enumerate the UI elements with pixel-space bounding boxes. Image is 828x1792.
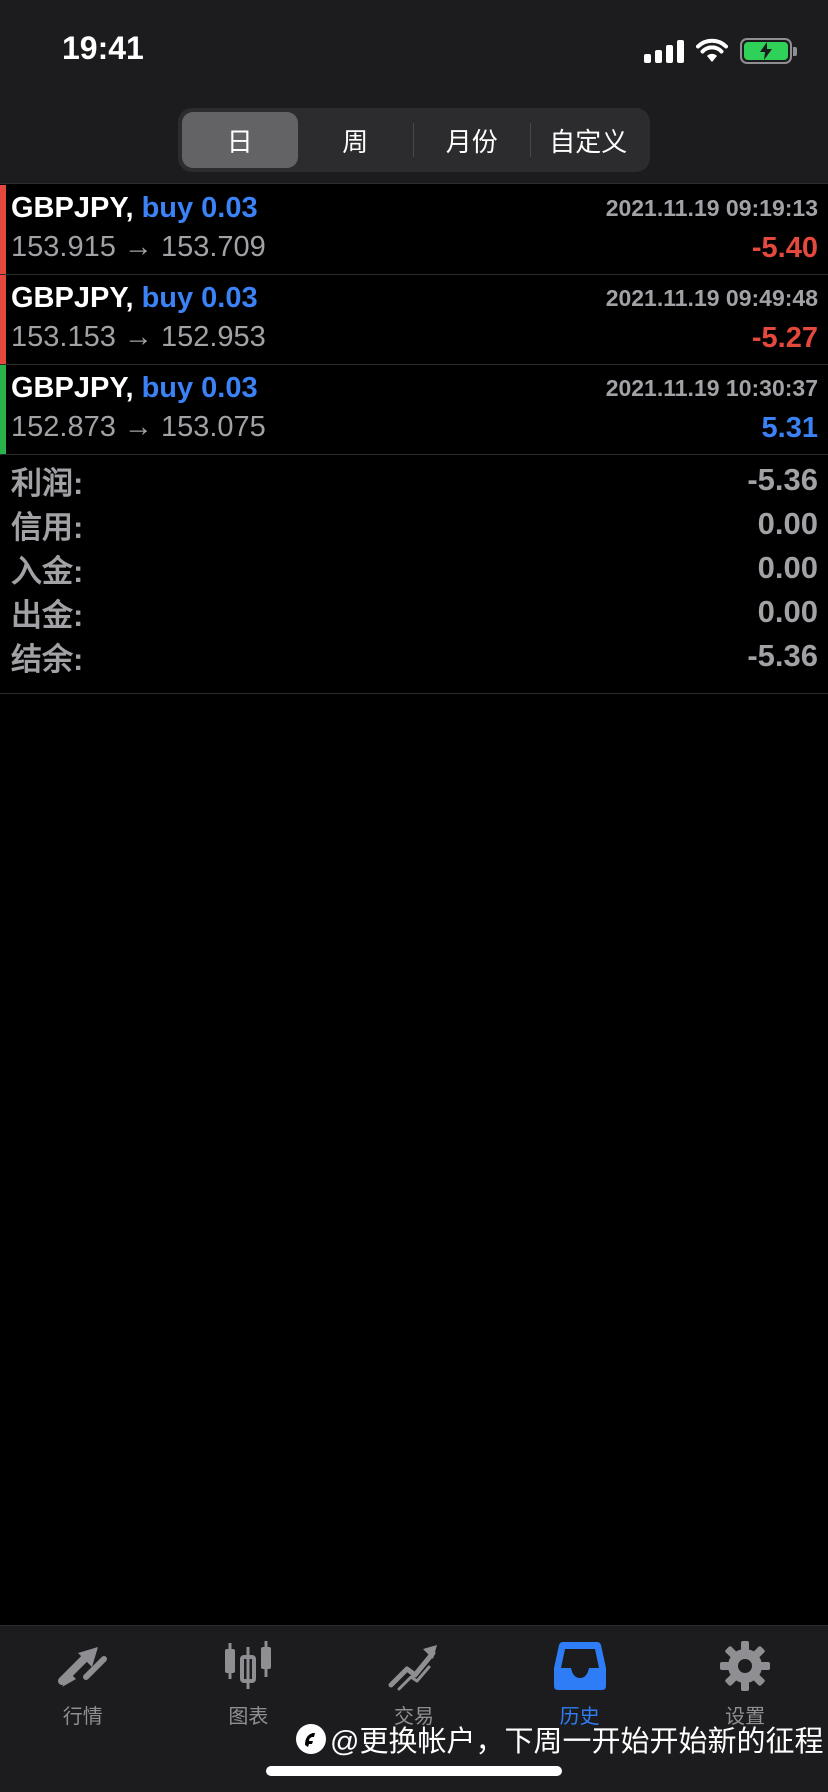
deal-prices: 152.873 → 153.075 [11,411,266,443]
status-time: 19:41 [62,30,144,66]
charging-bolt-icon [760,42,772,60]
history-inbox-icon [552,1638,608,1694]
summary-value: 0.00 [757,550,818,585]
account-summary: 利润: -5.36 信用: 0.00 入金: 0.00 出金: 0.00 结余:… [0,458,828,694]
deal-time: 2021.11.19 09:19:13 [605,195,818,221]
home-indicator[interactable] [266,1766,562,1776]
summary-value: 0.00 [757,594,818,629]
deal-header: GBPJPY, buy 0.03 [11,372,258,405]
segment-custom[interactable]: 自定义 [531,112,647,168]
summary-label: 信用: [11,509,84,545]
deal-header: GBPJPY, buy 0.03 [11,192,258,225]
deal-action: buy 0.03 [141,192,258,224]
summary-value: -5.36 [747,462,818,497]
tab-label: 行情 [62,1706,103,1728]
watermark: @更换帐户，下周一开始开始新的征程 [296,1718,823,1760]
deal-row[interactable]: GBPJPY, buy 0.03 2021.11.19 10:30:37 152… [0,365,828,455]
deal-prices: 153.153 → 152.953 [11,321,266,353]
period-segmented-control: 日 周 月份 自定义 [178,108,650,172]
deal-time: 2021.11.19 10:30:37 [605,375,818,401]
deals-list: GBPJPY, buy 0.03 2021.11.19 09:19:13 153… [0,185,828,455]
deal-profit: -5.40 [751,232,818,264]
deal-symbol: GBPJPY, [11,192,134,224]
summary-row-withdrawal: 出金: 0.00 [0,590,828,634]
battery-icon [740,38,797,64]
summary-value: -5.36 [747,638,818,673]
trade-trend-icon [386,1638,442,1694]
deal-profit: -5.27 [751,322,818,354]
summary-row-profit: 利润: -5.36 [0,458,828,502]
deal-action: buy 0.03 [141,372,258,404]
summary-row-credit: 信用: 0.00 [0,502,828,546]
deal-prices: 153.915 → 153.709 [11,231,266,263]
deal-row[interactable]: GBPJPY, buy 0.03 2021.11.19 09:49:48 153… [0,275,828,365]
deal-time: 2021.11.19 09:49:48 [605,285,818,311]
quotes-arrows-icon [55,1638,111,1694]
deal-row[interactable]: GBPJPY, buy 0.03 2021.11.19 09:19:13 153… [0,185,828,275]
deal-header: GBPJPY, buy 0.03 [11,282,258,315]
deal-symbol: GBPJPY, [11,372,134,404]
cellular-signal-icon [644,39,684,63]
watermark-text: @更换帐户，下周一开始开始新的征程 [330,1726,824,1758]
tab-label: 图表 [228,1706,269,1728]
deal-loss-indicator [0,185,6,274]
deal-symbol: GBPJPY, [11,282,134,314]
summary-label: 入金: [11,553,84,589]
candlestick-chart-icon [220,1638,276,1694]
summary-row-deposit: 入金: 0.00 [0,546,828,590]
period-header: 日 周 月份 自定义 [0,100,828,184]
summary-label: 利润: [11,465,84,501]
tab-quotes[interactable]: 行情 [0,1638,166,1738]
wifi-icon [696,38,728,62]
summary-label: 出金: [11,597,84,633]
segment-day[interactable]: 日 [182,112,298,168]
deal-loss-indicator [0,275,6,364]
segment-month[interactable]: 月份 [414,112,530,168]
deal-action: buy 0.03 [141,282,258,314]
status-icons [644,36,797,66]
segment-week[interactable]: 周 [298,112,414,168]
gear-icon [717,1638,773,1694]
summary-label: 结余: [11,641,84,677]
status-bar: 19:41 [0,0,828,100]
deal-profit-indicator [0,365,6,454]
summary-row-balance: 结余: -5.36 [0,634,828,678]
watermark-logo-icon [296,1724,326,1754]
deal-profit: 5.31 [761,412,818,444]
summary-value: 0.00 [757,506,818,541]
